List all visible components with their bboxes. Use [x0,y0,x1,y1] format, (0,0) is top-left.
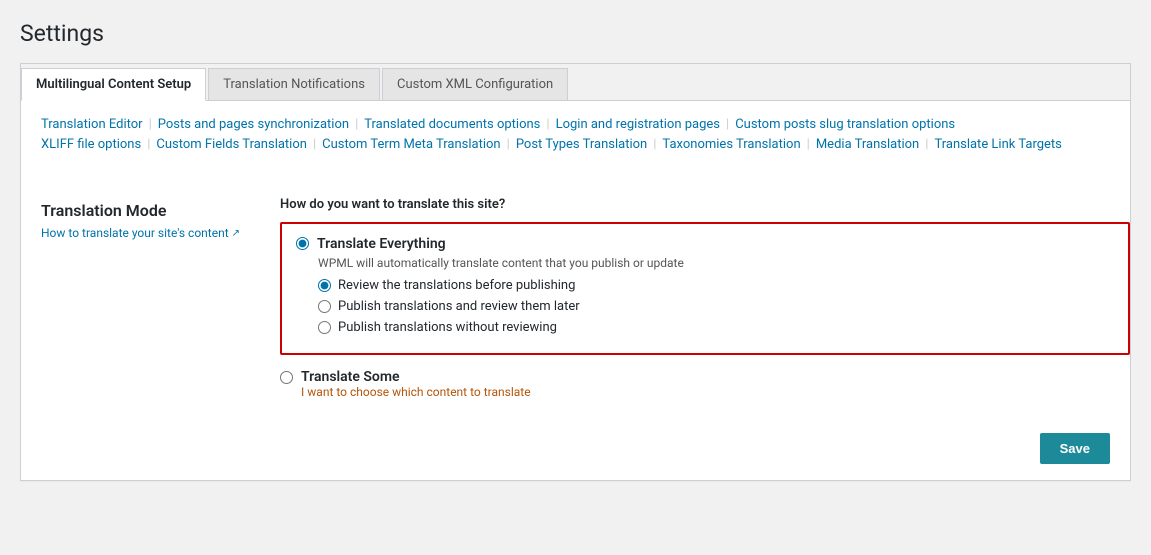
translate-some-text: Translate Some I want to choose which co… [301,369,531,399]
help-link[interactable]: How to translate your site's content ↗ [41,226,240,240]
section-main-col: How do you want to translate this site? … [280,197,1130,403]
subnav-link-posts-pages[interactable]: Posts and pages synchronization [158,117,349,132]
subnav-link-translated-docs[interactable]: Translated documents options [364,117,540,132]
translate-some-label[interactable]: Translate Some [301,369,531,385]
sep4: | [726,117,729,132]
question-label: How do you want to translate this site? [280,197,1130,212]
sep3: | [546,117,549,132]
tab-multilingual[interactable]: Multilingual Content Setup [21,68,206,101]
translate-everything-box: Translate Everything WPML will automatic… [280,222,1130,355]
subnav-link-media[interactable]: Media Translation [816,137,919,152]
save-row: Save [21,423,1130,480]
sep7: | [507,137,510,152]
subnav-row2: XLIFF file options | Custom Fields Trans… [41,137,1110,152]
translate-everything-label[interactable]: Translate Everything [317,236,446,252]
publish-no-review-radio[interactable] [318,321,331,334]
page-title: Settings [20,20,1131,47]
tabs-row: Multilingual Content Setup Translation N… [21,64,1130,101]
sub-option-publish-review-later: Publish translations and review them lat… [318,299,1114,314]
section-label-col: Translation Mode How to translate your s… [41,197,240,403]
publish-no-review-label[interactable]: Publish translations without reviewing [338,320,557,335]
tab-xml[interactable]: Custom XML Configuration [382,68,568,100]
translate-everything-option: Translate Everything [296,236,1114,252]
section-title: Translation Mode [41,201,240,220]
sep10: | [925,137,928,152]
subnav-link-custom-posts-slug[interactable]: Custom posts slug translation options [735,117,955,132]
subnav-link-post-types[interactable]: Post Types Translation [516,137,647,152]
translate-some-sublabel: I want to choose which content to transl… [301,385,531,399]
help-link-text: How to translate your site's content [41,226,229,240]
sep9: | [807,137,810,152]
section-area: Translation Mode How to translate your s… [21,177,1130,423]
translate-some-option: Translate Some I want to choose which co… [280,369,1130,399]
translate-some-radio[interactable] [280,371,293,384]
subnav-link-custom-fields[interactable]: Custom Fields Translation [156,137,307,152]
publish-review-later-radio[interactable] [318,300,331,313]
sub-option-publish-no-review: Publish translations without reviewing [318,320,1114,335]
sub-options: Review the translations before publishin… [318,278,1114,335]
translate-everything-sublabel: WPML will automatically translate conten… [318,256,1114,270]
translate-everything-radio[interactable] [296,237,309,250]
tab-notifications[interactable]: Translation Notifications [208,68,380,100]
subnav-link-login[interactable]: Login and registration pages [556,117,720,132]
sub-option-review-before: Review the translations before publishin… [318,278,1114,293]
settings-container: Multilingual Content Setup Translation N… [20,63,1131,481]
sep1: | [149,117,152,132]
translate-some-block: Translate Some I want to choose which co… [280,369,1130,399]
save-button[interactable]: Save [1040,433,1110,464]
subnav-link-taxonomies[interactable]: Taxonomies Translation [662,137,800,152]
sep8: | [653,137,656,152]
sep6: | [313,137,316,152]
inner-content: Translation Editor | Posts and pages syn… [21,101,1130,177]
publish-review-later-label[interactable]: Publish translations and review them lat… [338,299,580,314]
subnav-row1: Translation Editor | Posts and pages syn… [41,117,1110,132]
review-before-radio[interactable] [318,279,331,292]
subnav-link-custom-term-meta[interactable]: Custom Term Meta Translation [322,137,500,152]
sep2: | [355,117,358,132]
sep5: | [147,137,150,152]
review-before-label[interactable]: Review the translations before publishin… [338,278,575,293]
subnav-link-translate-link[interactable]: Translate Link Targets [934,137,1061,152]
subnav-link-translation-editor[interactable]: Translation Editor [41,117,143,132]
external-link-icon: ↗ [232,228,240,239]
subnav-link-xliff[interactable]: XLIFF file options [41,137,141,152]
